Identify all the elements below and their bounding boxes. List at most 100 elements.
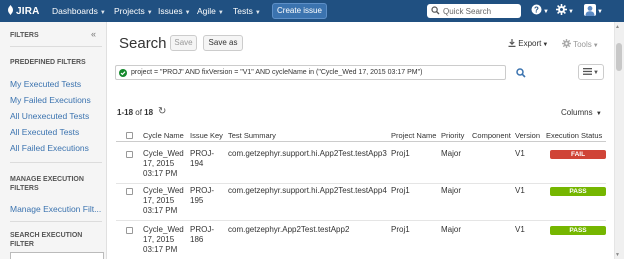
nav-projects[interactable]: Projects ▼ <box>114 6 153 16</box>
column-header-cycle-name[interactable]: Cycle Name <box>143 131 184 140</box>
svg-text:?: ? <box>534 5 539 14</box>
list-view-icon <box>583 68 593 75</box>
chevron-down-icon: ▼ <box>595 111 602 117</box>
chevron-down-icon: ▼ <box>568 9 574 15</box>
nav-tests-label: Tests <box>233 6 253 16</box>
nav-issues[interactable]: Issues ▼ <box>158 6 191 16</box>
row-cycle-name[interactable]: Cycle_Wed 17, 2015 03:17 PM <box>143 149 189 179</box>
gear-icon <box>556 4 567 15</box>
results-of: of <box>135 108 142 117</box>
scroll-up-arrow-icon[interactable]: ▲ <box>615 24 620 30</box>
scrollbar-thumb[interactable] <box>616 43 622 71</box>
tools-menu[interactable]: Tools▼ <box>562 39 599 49</box>
column-header-version[interactable]: Version <box>515 131 540 140</box>
row-version: V1 <box>515 225 525 234</box>
search-icon <box>431 6 440 15</box>
column-header-test-summary[interactable]: Test Summary <box>228 131 276 140</box>
column-header-issue-key[interactable]: Issue Key <box>190 131 223 140</box>
refresh-icon[interactable]: ↻ <box>158 106 166 117</box>
check-circle-icon <box>119 69 127 77</box>
quick-search-box[interactable] <box>427 4 521 18</box>
row-issue-key[interactable]: PROJ-195 <box>190 186 218 206</box>
row-project-name: Proj1 <box>391 149 410 158</box>
filter-my-executed-tests[interactable]: My Executed Tests <box>10 79 81 89</box>
manage-execution-filters-link[interactable]: Manage Execution Filt... <box>10 204 101 214</box>
search-execution-filter-input[interactable] <box>10 252 104 259</box>
nav-dashboards-label: Dashboards <box>52 6 98 16</box>
nav-dashboards[interactable]: Dashboards ▼ <box>52 6 106 16</box>
export-menu[interactable]: Export▼ <box>508 39 548 48</box>
column-header-project-name[interactable]: Project Name <box>391 131 436 140</box>
row-test-summary[interactable]: com.getzephyr.App2Test.testApp2 <box>228 225 349 235</box>
row-version: V1 <box>515 149 525 158</box>
column-header-priority[interactable]: Priority <box>441 131 464 140</box>
row-checkbox[interactable] <box>126 188 133 195</box>
help-icon: ? <box>531 4 542 15</box>
row-cycle-name[interactable]: Cycle_Wed 17, 2015 03:17 PM <box>143 225 189 255</box>
nav-projects-label: Projects <box>114 6 145 16</box>
predefined-filters-heading: PREDEFINED FILTERS <box>10 59 86 66</box>
quick-search-input[interactable] <box>443 5 517 17</box>
user-menu[interactable]: ▼ <box>584 4 603 16</box>
top-navigation-bar: JIRA Dashboards ▼ Projects ▼ Issues ▼ Agile… <box>0 0 624 22</box>
nav-agile[interactable]: Agile ▼ <box>197 6 224 16</box>
row-project-name: Proj1 <box>391 225 410 234</box>
search-icon[interactable] <box>516 68 526 78</box>
nav-tests[interactable]: Tests ▼ <box>233 6 261 16</box>
chevron-down-icon: ▼ <box>542 42 549 48</box>
columns-label: Columns <box>561 108 593 117</box>
export-icon <box>508 39 516 47</box>
row-cycle-name[interactable]: Cycle_Wed 17, 2015 03:17 PM <box>143 186 189 216</box>
tools-label: Tools <box>573 40 592 49</box>
manage-execution-filters-heading: MANAGE EXECUTION FILTERS <box>10 176 84 192</box>
filter-all-failed-executions[interactable]: All Failed Executions <box>10 143 89 153</box>
execution-status-badge[interactable]: PASS <box>550 187 606 196</box>
chevron-down-icon: ▼ <box>217 10 224 16</box>
layout-switcher-button[interactable]: ▼ <box>578 64 604 80</box>
row-checkbox[interactable] <box>126 151 133 158</box>
save-button[interactable]: Save <box>170 35 197 51</box>
chevron-down-icon: ▼ <box>254 10 261 16</box>
results-total: 18 <box>144 108 154 117</box>
double-chevron-left-icon[interactable]: « <box>91 29 96 39</box>
column-header-component[interactable]: Component <box>472 131 511 140</box>
sidebar-divider <box>10 162 102 163</box>
chevron-down-icon: ▼ <box>593 70 599 76</box>
row-checkbox[interactable] <box>126 227 133 234</box>
sidebar-title: FILTERS <box>10 32 39 39</box>
row-divider <box>116 220 606 221</box>
select-all-checkbox[interactable] <box>126 132 133 139</box>
execution-status-badge[interactable]: PASS <box>550 226 606 235</box>
results-range: 1-18 <box>117 108 134 117</box>
create-issue-button[interactable]: Create issue <box>272 3 327 19</box>
row-test-summary[interactable]: com.getzephyr.support.hi.App2Test.testAp… <box>228 149 387 159</box>
chevron-down-icon: ▼ <box>99 10 106 16</box>
scroll-down-arrow-icon[interactable]: ▼ <box>615 252 620 258</box>
row-priority: Major <box>441 186 462 195</box>
row-priority: Major <box>441 225 462 234</box>
query-text: project = "PROJ" AND fixVersion = "V1" A… <box>131 69 423 76</box>
zql-query-input[interactable]: project = "PROJ" AND fixVersion = "V1" A… <box>115 65 506 80</box>
chevron-down-icon: ▼ <box>597 9 603 15</box>
save-as-button[interactable]: Save as <box>203 35 243 51</box>
row-version: V1 <box>515 186 525 195</box>
row-test-summary[interactable]: com.getzephyr.support.hi.App2Test.testAp… <box>228 186 387 196</box>
nav-issues-label: Issues <box>158 6 183 16</box>
gear-icon <box>562 39 571 48</box>
page-title: Search <box>119 35 167 52</box>
avatar-icon <box>584 4 596 16</box>
row-issue-key[interactable]: PROJ-194 <box>190 149 218 169</box>
execution-status-badge[interactable]: FAIL <box>550 150 606 159</box>
filter-all-unexecuted-tests[interactable]: All Unexecuted Tests <box>10 111 89 121</box>
filter-all-executed-tests[interactable]: All Executed Tests <box>10 127 79 137</box>
columns-menu[interactable]: Columns ▼ <box>561 108 602 117</box>
nav-agile-label: Agile <box>197 6 216 16</box>
chevron-down-icon: ▼ <box>543 9 549 15</box>
chevron-down-icon: ▼ <box>146 10 153 16</box>
row-issue-key[interactable]: PROJ-186 <box>190 225 218 245</box>
column-header-execution-status[interactable]: Execution Status <box>546 131 602 140</box>
jira-logo[interactable]: JIRA <box>6 5 40 17</box>
filter-my-failed-executions[interactable]: My Failed Executions <box>10 95 91 105</box>
help-menu[interactable]: ? ▼ <box>531 4 549 15</box>
settings-menu[interactable]: ▼ <box>556 4 574 15</box>
